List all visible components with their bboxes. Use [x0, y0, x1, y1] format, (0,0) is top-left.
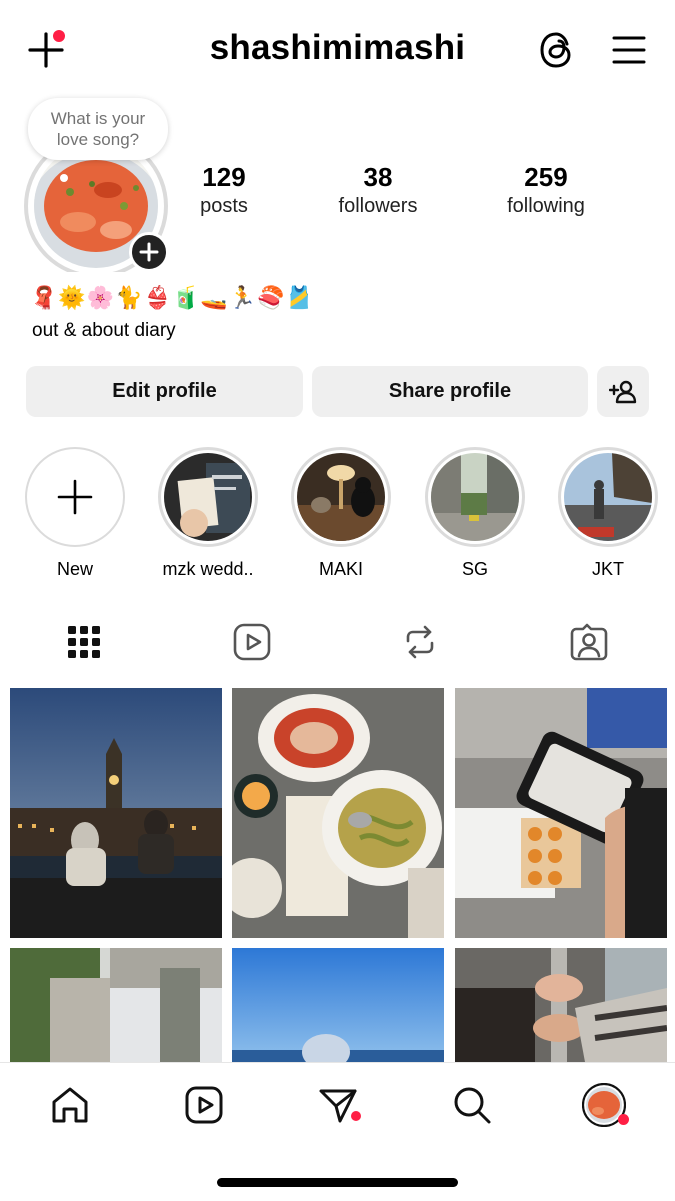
highlight-ring — [158, 447, 258, 547]
grid-icon — [68, 626, 100, 658]
menu-button[interactable] — [612, 34, 646, 66]
reels-icon — [233, 623, 271, 661]
share-profile-button[interactable]: Share profile — [312, 366, 588, 417]
reels-icon — [185, 1086, 223, 1124]
tab-reposts[interactable] — [398, 620, 442, 664]
share-profile-label: Share profile — [388, 380, 512, 402]
stat-following[interactable]: 259 following — [486, 162, 606, 218]
highlight-label: MAKI — [318, 559, 363, 579]
post-image — [10, 948, 222, 1062]
post-image — [232, 948, 444, 1062]
stat-value: 259 — [524, 162, 568, 192]
post-thumbnail[interactable] — [455, 688, 667, 938]
edit-profile-button[interactable]: Edit profile — [26, 366, 303, 417]
tab-posts-grid[interactable] — [62, 620, 106, 664]
plus-icon — [139, 242, 159, 262]
stat-followers[interactable]: 38 followers — [318, 162, 438, 218]
note-text: What is your love song? — [50, 109, 146, 149]
highlight-ring — [425, 447, 525, 547]
highlight-label: JKT — [591, 559, 624, 579]
nav-home[interactable] — [48, 1083, 92, 1127]
reposts-icon — [406, 625, 434, 659]
stat-posts[interactable]: 129 posts — [174, 162, 274, 218]
plus-icon — [57, 479, 93, 515]
highlight-ring — [291, 447, 391, 547]
nav-reels[interactable] — [182, 1083, 226, 1127]
bio-text: out & about diary — [32, 320, 176, 341]
search-icon — [454, 1087, 491, 1124]
note-bubble[interactable]: What is your love song? — [28, 98, 168, 160]
bio-emojis: 🧣🌞🌸🐈👙🧃🚤🏃🍣🎽 — [30, 286, 314, 311]
add-story-button[interactable] — [129, 232, 169, 272]
post-thumbnail[interactable] — [232, 948, 444, 1062]
stat-label: posts — [200, 195, 248, 217]
edit-profile-label: Edit profile — [112, 380, 217, 402]
highlight-item[interactable]: MAKI — [289, 447, 393, 580]
post-image — [10, 688, 222, 938]
stat-label: followers — [338, 195, 418, 217]
highlight-cover — [431, 453, 519, 541]
hamburger-icon — [612, 36, 646, 64]
highlight-cover — [564, 453, 652, 541]
notification-dot — [351, 1111, 361, 1121]
stat-value: 38 — [363, 162, 393, 192]
tab-tagged[interactable] — [567, 620, 611, 664]
highlight-ring — [25, 447, 125, 547]
discover-people-button[interactable] — [597, 366, 649, 417]
post-image — [232, 688, 444, 938]
home-icon — [52, 1087, 88, 1123]
highlight-cover — [297, 453, 385, 541]
highlight-new[interactable]: New — [23, 447, 127, 580]
highlight-item[interactable]: JKT — [556, 447, 660, 580]
highlight-cover — [164, 453, 252, 541]
threads-button[interactable] — [538, 31, 576, 69]
highlight-label: mzk wedd.. — [162, 559, 254, 579]
post-thumbnail[interactable] — [232, 688, 444, 938]
highlight-ring — [558, 447, 658, 547]
highlight-label: New — [56, 559, 93, 579]
post-thumbnail[interactable] — [10, 948, 222, 1062]
nav-search[interactable] — [450, 1083, 494, 1127]
stat-label: following — [507, 195, 585, 217]
tab-reels[interactable] — [230, 620, 274, 664]
highlight-item[interactable]: SG — [423, 447, 527, 580]
post-image — [455, 948, 667, 1062]
threads-icon — [540, 32, 571, 68]
home-indicator — [217, 1178, 458, 1187]
highlight-item[interactable]: mzk wedd.. — [156, 447, 260, 580]
stat-value: 129 — [202, 162, 246, 192]
highlight-label: SG — [461, 559, 488, 579]
post-thumbnail[interactable] — [455, 948, 667, 1062]
add-person-icon — [609, 380, 637, 403]
nav-messages[interactable] — [316, 1083, 361, 1127]
nav-profile[interactable] — [582, 1083, 629, 1127]
tagged-icon — [570, 623, 608, 661]
notification-dot — [618, 1114, 629, 1125]
post-image — [455, 688, 667, 938]
post-thumbnail[interactable] — [10, 688, 222, 938]
